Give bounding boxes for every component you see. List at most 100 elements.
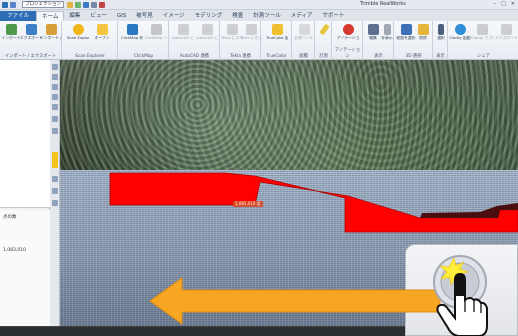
project-combo[interactable]: プロジェクション [22, 1, 64, 8]
ribbon-group-clickmap: ClickMap 作成 ClickMap ハウス ClickMap [119, 21, 169, 60]
delete-icon [417, 24, 429, 35]
export-icon [25, 24, 37, 35]
ribbon-group-share: Clarity 起動 Clarity でプロジェクト エクスポート シェア [449, 21, 518, 60]
import-move-icon [45, 24, 57, 35]
truecolor-button[interactable]: TrueColor 起動 [266, 24, 288, 40]
view-icon-5[interactable] [52, 104, 58, 110]
ribbon-group-autocad: AutoCAD にスキャン AutoCAD にセット AutoCAD 連携 [170, 21, 220, 60]
view-icon-3[interactable] [52, 84, 58, 90]
app-logo-icon [2, 1, 8, 8]
properties-panel: 点の数 1,083,010 [0, 210, 50, 326]
tab-edit[interactable]: 編集 [64, 11, 85, 21]
clickmap-create-button[interactable]: ClickMap 作成 [121, 24, 143, 40]
tab-support[interactable]: サポート [317, 11, 349, 21]
settings-icon[interactable] [99, 1, 105, 8]
ribbon-group-truecolor: TrueColor 起動 TrueColor [262, 21, 292, 60]
autocad-scan-button[interactable]: AutoCAD にスキャン [172, 24, 194, 40]
annotation-icon [342, 24, 354, 35]
left-panel: 点の数 1,083,010 [0, 60, 50, 326]
point-count-label: 点の数 [3, 215, 17, 220]
tekla-scan-icon [226, 24, 238, 35]
maximize-button[interactable]: □ [501, 1, 506, 7]
title-bar: プロジェクション Trimble RealWorks – □ ✕ [0, 0, 518, 10]
tab-measure-tools[interactable]: 計測ツール [248, 11, 286, 21]
active-tool-icon[interactable] [52, 152, 58, 168]
ribbon: インポート エクスポート インポート / 移動 インポート / エクスポート S… [0, 21, 518, 60]
clarity-project-button[interactable]: Clarity でプロジェクト [471, 24, 493, 40]
ribbon-tabs: ファイル ホーム 編集 ビュー GIS 被写見 イメージ モデリング 検査 計測… [0, 10, 518, 21]
push-button-card [405, 244, 518, 336]
tab-image[interactable]: イメージ [158, 11, 190, 21]
tab-inspection[interactable]: 検査 [227, 11, 248, 21]
open-folder-icon [96, 24, 108, 35]
view-icon-1[interactable] [52, 64, 58, 70]
view-icon-7[interactable] [52, 128, 58, 134]
tab-media[interactable]: メディア [286, 11, 318, 21]
ribbon-group-3d-select: 範囲を選択 削除 3D 選択 [395, 21, 433, 60]
range-select-icon [400, 24, 412, 35]
ribbon-group-area: 計測ツール 面積 [293, 21, 315, 60]
redo-icon[interactable] [91, 1, 97, 8]
scan-explorer-button[interactable]: Scan Explorer 起動 [67, 24, 89, 40]
tab-file[interactable]: ファイル [0, 11, 37, 21]
project-tree[interactable] [0, 60, 50, 208]
export-share-button[interactable]: エクスポート [495, 24, 517, 40]
ribbon-group-measure: 計測 [316, 21, 332, 60]
annotation-button[interactable]: アノテーション [337, 24, 359, 40]
export-button[interactable]: エクスポート [20, 24, 42, 40]
clickmap-icon [126, 24, 138, 35]
open-icon[interactable] [67, 1, 73, 8]
window-controls: – □ ✕ [494, 1, 515, 7]
minimize-button[interactable]: – [494, 1, 497, 7]
clickmap-house-button[interactable]: ClickMap ハウス [145, 24, 167, 40]
clarity-icon [454, 24, 466, 35]
point-label: 1,083,010 点 [233, 201, 263, 207]
new-icon[interactable] [75, 1, 81, 8]
autocad-set-button[interactable]: AutoCAD にセット [196, 24, 218, 40]
view-icon-2[interactable] [52, 74, 58, 80]
select-icon [438, 24, 444, 35]
view-icon-6[interactable] [52, 116, 58, 122]
import-move-button[interactable]: インポート / 移動 [40, 24, 62, 40]
view-icon-4[interactable] [52, 94, 58, 100]
measure-tools-button[interactable]: 計測ツール [293, 24, 315, 40]
ribbon-group-view: 選択 表示 [434, 21, 448, 60]
view-icon-10[interactable] [52, 200, 58, 206]
open-button[interactable]: オーブン [91, 24, 113, 40]
scan-explorer-icon [72, 24, 84, 35]
app-title: Trimble RealWorks [360, 1, 406, 7]
app-window: プロジェクション Trimble RealWorks – □ ✕ ファイル ホー… [0, 0, 518, 336]
clarity-project-icon [476, 24, 488, 35]
tekla-set-icon [245, 24, 257, 35]
clickmap-house-icon [150, 24, 162, 35]
save-icon[interactable] [10, 1, 16, 8]
view-icon-9[interactable] [52, 188, 58, 194]
tekla-set-button[interactable]: Tekla にセット [240, 24, 262, 40]
autocad-set-icon [201, 24, 213, 35]
ribbon-group-import-export: インポート エクスポート インポート / 移動 インポート / エクスポート [0, 21, 62, 60]
tab-modeling[interactable]: モデリング [190, 11, 228, 21]
ruler-icon [318, 23, 330, 36]
truecolor-icon [271, 24, 283, 35]
tab-registration[interactable]: 被写見 [131, 11, 158, 21]
undo-icon[interactable] [83, 1, 89, 8]
ribbon-group-annotation: アノテーション アノテーション [333, 21, 363, 60]
close-button[interactable]: ✕ [511, 1, 515, 7]
ribbon-group-scan-explorer: Scan Explorer 起動 オーブン Scan Explorer [63, 21, 118, 60]
view-toolbar [50, 60, 60, 326]
point-count-value: 1,083,010 [3, 248, 26, 253]
tab-gis[interactable]: GIS [112, 11, 131, 21]
view-icon-8[interactable] [52, 176, 58, 182]
tab-view[interactable]: ビュー [85, 11, 112, 21]
selected-region [109, 172, 518, 233]
measure-button[interactable] [313, 23, 335, 36]
tab-home[interactable]: ホーム [36, 11, 65, 21]
export-share-icon [500, 24, 512, 35]
clarity-button[interactable]: Clarity 起動 [449, 24, 471, 40]
autocad-scan-icon [177, 24, 189, 35]
measure-tools-icon [298, 24, 310, 35]
import-icon [5, 24, 17, 35]
ribbon-group-tekla: Tekla にスキャン Tekla にセット Tekla 連携 [221, 21, 262, 60]
ribbon-group-display: 編集 非表示 表示 [364, 21, 394, 60]
import-button[interactable]: インポート [0, 24, 22, 40]
